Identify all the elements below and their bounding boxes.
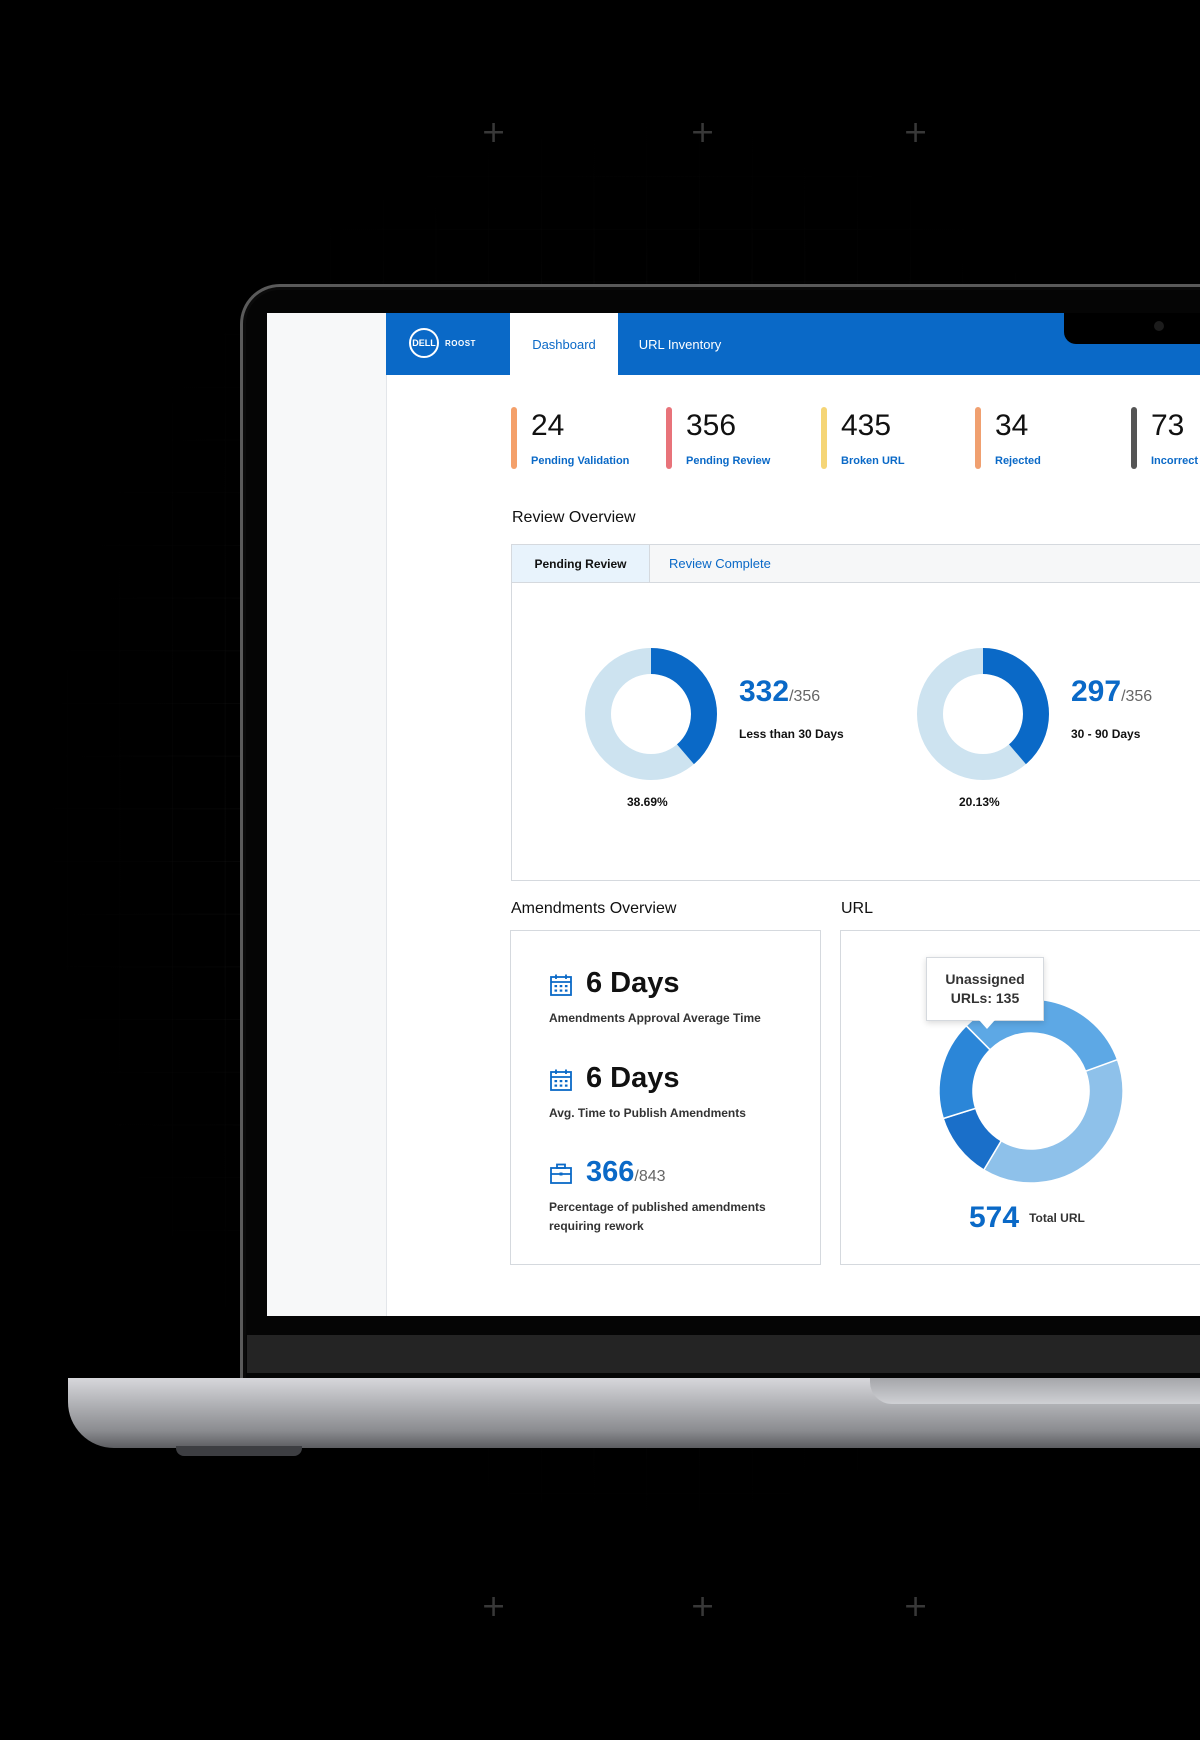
stat-label: Incorrect	[1151, 455, 1199, 467]
url-total: 574 Total URL	[969, 1201, 1085, 1235]
amendments-overview-title: Amendments Overview	[511, 900, 677, 917]
camera-notch	[1064, 313, 1200, 344]
tab-url-inventory[interactable]: URL Inventory	[625, 313, 735, 375]
tab-pending-review[interactable]: Pending Review	[512, 545, 650, 582]
product-name: ROOST	[445, 338, 476, 348]
amendment-desc: Amendments Approval Average Time	[549, 1011, 761, 1025]
donut-less-than-30: 38.69% 332/356 Less than 30 Days	[584, 647, 844, 809]
laptop-trackpad-notch	[870, 1378, 1200, 1404]
amendment-value: 6 Days	[586, 967, 680, 999]
tooltip-line-1: Unassigned	[945, 971, 1025, 987]
url-total-label: Total URL	[1029, 1211, 1085, 1225]
donut-chart	[585, 648, 717, 780]
plus-mark: +	[690, 1589, 716, 1624]
url-title: URL	[841, 900, 874, 917]
review-tabs: Pending Review Review Complete	[512, 545, 1200, 583]
url-tooltip: Unassigned URLs: 135	[926, 957, 1044, 1021]
stat-label: Pending Validation	[531, 455, 630, 467]
amendment-value: 6 Days	[586, 1062, 680, 1094]
stat-value: 34	[995, 409, 1029, 442]
url-panel: Unassigned URLs: 135 574 Total URL	[840, 930, 1200, 1265]
amendment-total: /843	[634, 1168, 666, 1185]
stat-label: Pending Review	[686, 455, 771, 467]
stat-color-bar	[975, 407, 981, 469]
app-screen: DELL ROOST Dashboard URL Inventory 24 Pe…	[267, 313, 1200, 1316]
amendment-value: 366/843	[586, 1156, 666, 1189]
tooltip-line-2: URLs: 135	[950, 990, 1020, 1006]
amendment-desc: Percentage of published amendments requi…	[549, 1200, 766, 1233]
stat-color-bar	[511, 407, 517, 469]
donut-30-90-days: 20.13% 297/356 30 - 90 Days	[916, 647, 1152, 809]
stat-value: 356	[686, 409, 737, 442]
stat-color-bar	[666, 407, 672, 469]
url-total-value: 574	[969, 1201, 1020, 1234]
review-overview-panel: Pending Review Review Complete 38.69% 33…	[511, 544, 1200, 881]
review-overview-title: Review Overview	[512, 509, 636, 526]
donut-value: 332/356	[739, 675, 820, 709]
donut-percent: 38.69%	[627, 795, 668, 809]
stat-value: 73	[1151, 409, 1185, 442]
stat-label: Rejected	[995, 455, 1041, 467]
donut-total: /356	[1121, 688, 1153, 705]
donut-percent: 20.13%	[959, 795, 1000, 809]
camera-lens	[1154, 321, 1164, 331]
amendment-count: 366	[586, 1156, 635, 1188]
stat-value: 24	[531, 409, 565, 442]
stat-color-bar	[1131, 407, 1137, 469]
briefcase-icon	[550, 1163, 572, 1184]
tab-dashboard[interactable]: Dashboard	[510, 313, 618, 375]
top-nav-bar: DELL ROOST Dashboard URL Inventory	[386, 313, 1200, 375]
stat-color-bar	[821, 407, 827, 469]
tab-review-complete[interactable]: Review Complete	[669, 545, 771, 582]
stat-value: 435	[841, 409, 892, 442]
url-donut-slice-0[interactable]	[982, 1058, 1124, 1184]
plus-mark: +	[903, 115, 929, 150]
donut-count: 297	[1071, 675, 1122, 708]
tooltip-arrow	[979, 1020, 995, 1029]
laptop-foot	[176, 1446, 302, 1456]
amendment-desc: Avg. Time to Publish Amendments	[549, 1106, 746, 1120]
donut-total: /356	[789, 688, 821, 705]
plus-mark: +	[903, 1589, 929, 1624]
left-sidebar	[267, 313, 387, 1316]
dell-roost-logo[interactable]: DELL ROOST	[409, 328, 476, 358]
donut-value: 297/356	[1071, 675, 1152, 709]
plus-mark: +	[690, 115, 716, 150]
calendar-icon	[550, 974, 572, 996]
laptop-chin	[247, 1335, 1200, 1373]
calendar-icon	[550, 1069, 572, 1091]
stat-label: Broken URL	[841, 455, 905, 467]
url-donut-chart[interactable]	[931, 991, 1131, 1191]
donut-chart	[917, 648, 1049, 780]
dell-logo-mark: DELL	[409, 328, 439, 358]
donut-count: 332	[739, 675, 790, 708]
donut-label: Less than 30 Days	[739, 727, 844, 741]
plus-mark: +	[481, 115, 507, 150]
plus-mark: +	[481, 1589, 507, 1624]
amendments-overview-panel: 6 Days Amendments Approval Average Time …	[510, 930, 821, 1265]
donut-label: 30 - 90 Days	[1071, 727, 1141, 741]
